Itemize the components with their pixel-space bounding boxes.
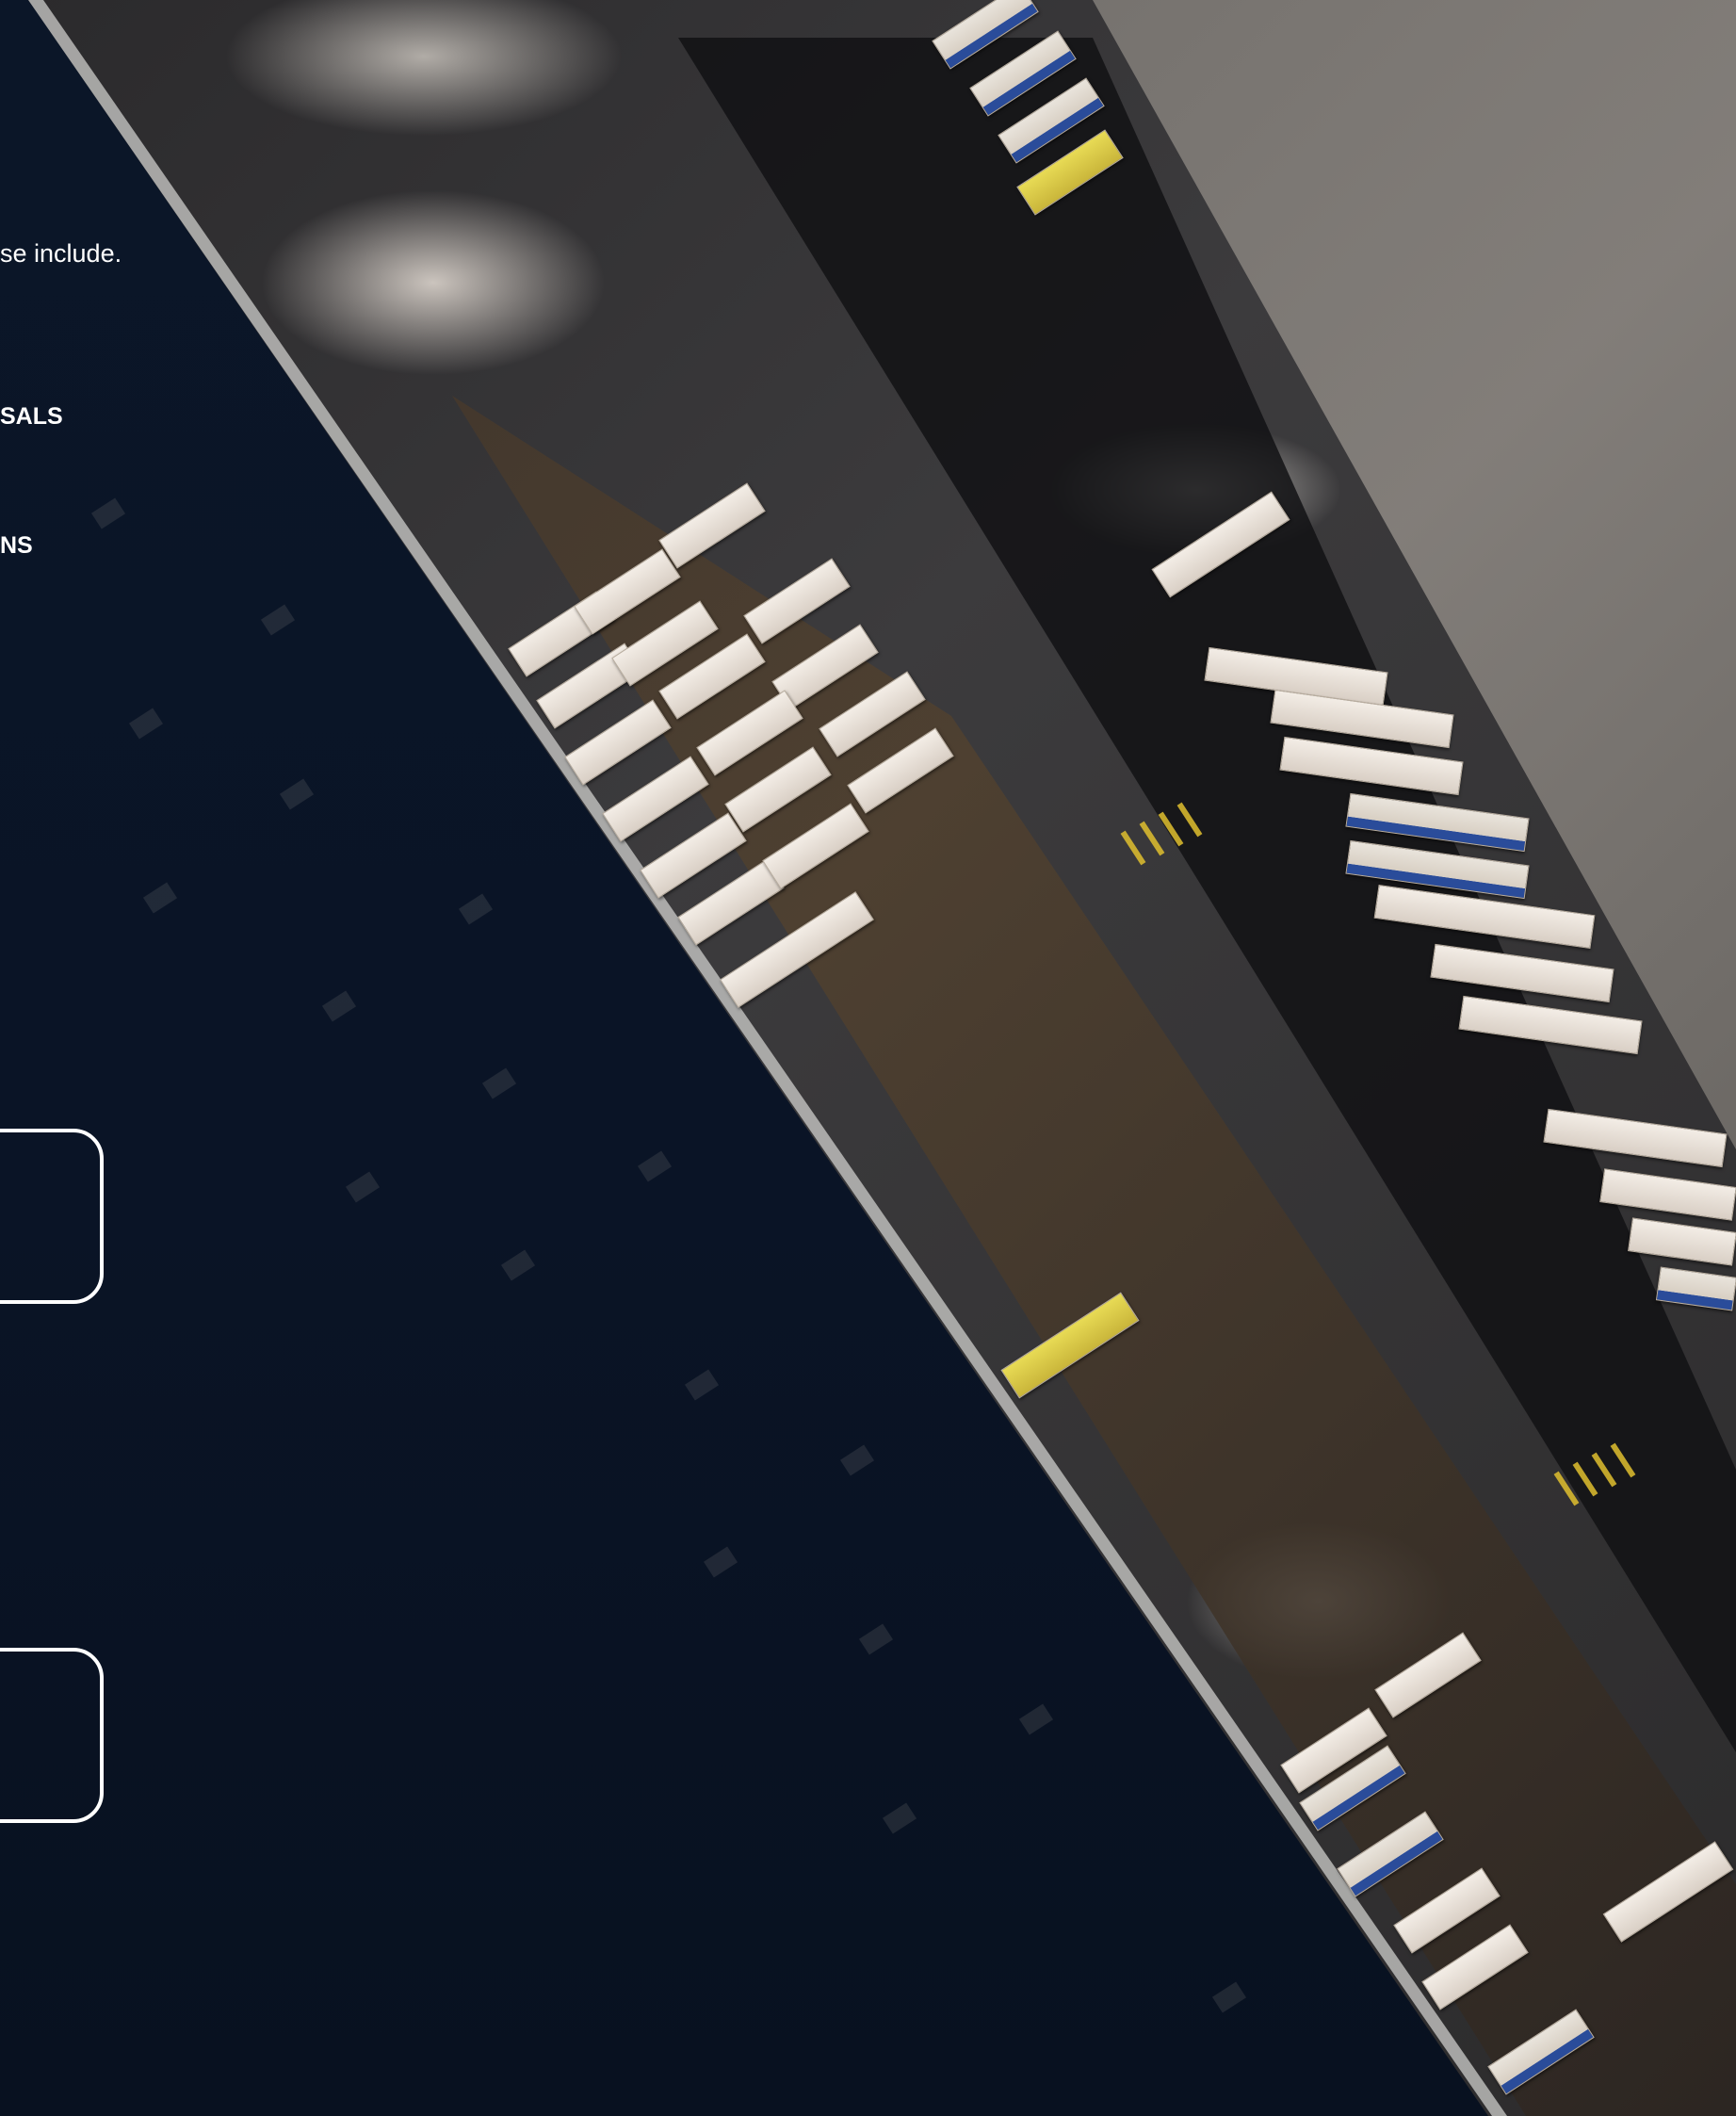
- background-mark: [1211, 1981, 1247, 2013]
- background-mark: [882, 1802, 917, 1834]
- background-mark: [481, 1067, 517, 1099]
- outlined-card-1[interactable]: [0, 1129, 104, 1304]
- background-mark: [500, 1249, 536, 1281]
- background-mark: [321, 990, 357, 1022]
- list-item-2: NS: [0, 532, 33, 559]
- background-mark: [90, 497, 126, 529]
- background-mark: [260, 604, 296, 636]
- page: se include. SALS NS: [0, 0, 1736, 2116]
- background-mark: [142, 882, 178, 914]
- outlined-card-2[interactable]: [0, 1648, 104, 1823]
- intro-text: se include.: [0, 239, 122, 268]
- background-mark: [839, 1444, 875, 1476]
- background-mark: [858, 1623, 894, 1655]
- background-mark: [684, 1369, 720, 1401]
- background-mark: [637, 1150, 673, 1182]
- background-mark: [1018, 1703, 1054, 1735]
- list-item-1: SALS: [0, 403, 63, 430]
- background-mark: [128, 708, 164, 740]
- background-mark: [345, 1171, 381, 1203]
- background-mark: [279, 778, 315, 810]
- background-mark: [703, 1546, 738, 1578]
- background-mark: [458, 893, 494, 925]
